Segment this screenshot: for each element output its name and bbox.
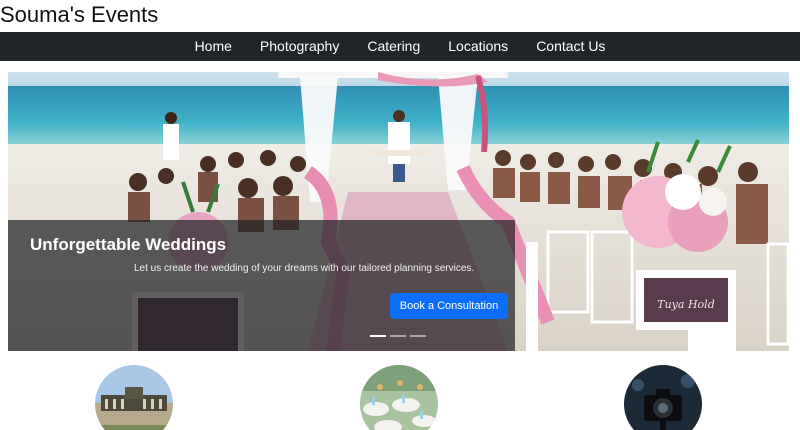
catering-photo-icon [360, 365, 438, 430]
photography-image[interactable] [624, 365, 702, 430]
main-navbar: Home Photography Catering Locations Cont… [0, 32, 800, 61]
nav-link-locations[interactable]: Locations [434, 32, 522, 61]
sign-logo-text: Tuya Hold [657, 298, 714, 311]
carousel-indicator-2[interactable] [390, 335, 406, 337]
carousel-indicator-1[interactable] [370, 335, 386, 337]
palace-photo-icon [95, 365, 173, 430]
site-title[interactable]: Souma's Events [0, 2, 158, 28]
nav-link-home[interactable]: Home [181, 32, 246, 61]
book-consultation-button[interactable]: Book a Consultation [390, 293, 508, 319]
nav-link-photography[interactable]: Photography [246, 32, 353, 61]
nav-link-catering[interactable]: Catering [353, 32, 434, 61]
services-section [0, 351, 800, 430]
carousel-indicators [370, 335, 426, 337]
location-image[interactable] [95, 365, 173, 430]
catering-image[interactable] [360, 365, 438, 430]
hero-caption: Unforgettable Weddings Let us create the… [8, 220, 515, 351]
hero-description: Let us create the wedding of your dreams… [134, 263, 475, 274]
carousel-indicator-3[interactable] [410, 335, 426, 337]
site-header: Souma's Events [0, 0, 800, 32]
hero-carousel[interactable]: Tuya Hold Unforgettable Weddings Let us … [8, 72, 789, 351]
hero-title: Unforgettable Weddings [30, 235, 227, 254]
camera-photo-icon [624, 365, 702, 430]
nav-link-contact[interactable]: Contact Us [522, 32, 619, 61]
